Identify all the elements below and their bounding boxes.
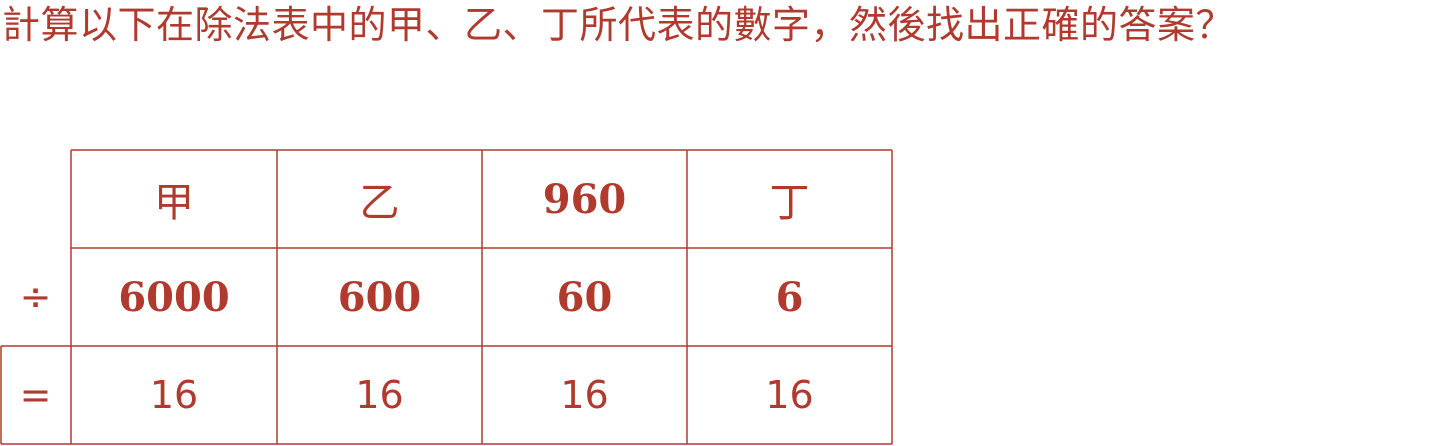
- equals-symbol: =: [19, 373, 52, 417]
- divisor-cell-4: 6: [775, 273, 804, 321]
- dividend-cell-1: 甲: [154, 180, 194, 226]
- divisor-cell-2: 600: [337, 273, 422, 321]
- divisor-cell-1: 6000: [118, 273, 230, 321]
- quotient-cell-3: 16: [560, 373, 609, 417]
- quotient-cell-2: 16: [355, 373, 404, 417]
- dividend-cell-4: 丁: [769, 180, 810, 226]
- dividend-cell-3: 960: [542, 175, 627, 223]
- divisor-cell-3: 60: [556, 273, 613, 321]
- quotient-cell-4: 16: [765, 373, 814, 417]
- quotient-cell-1: 16: [149, 373, 199, 417]
- dividend-cell-2: 乙: [359, 180, 400, 226]
- divide-symbol: ÷: [19, 275, 52, 319]
